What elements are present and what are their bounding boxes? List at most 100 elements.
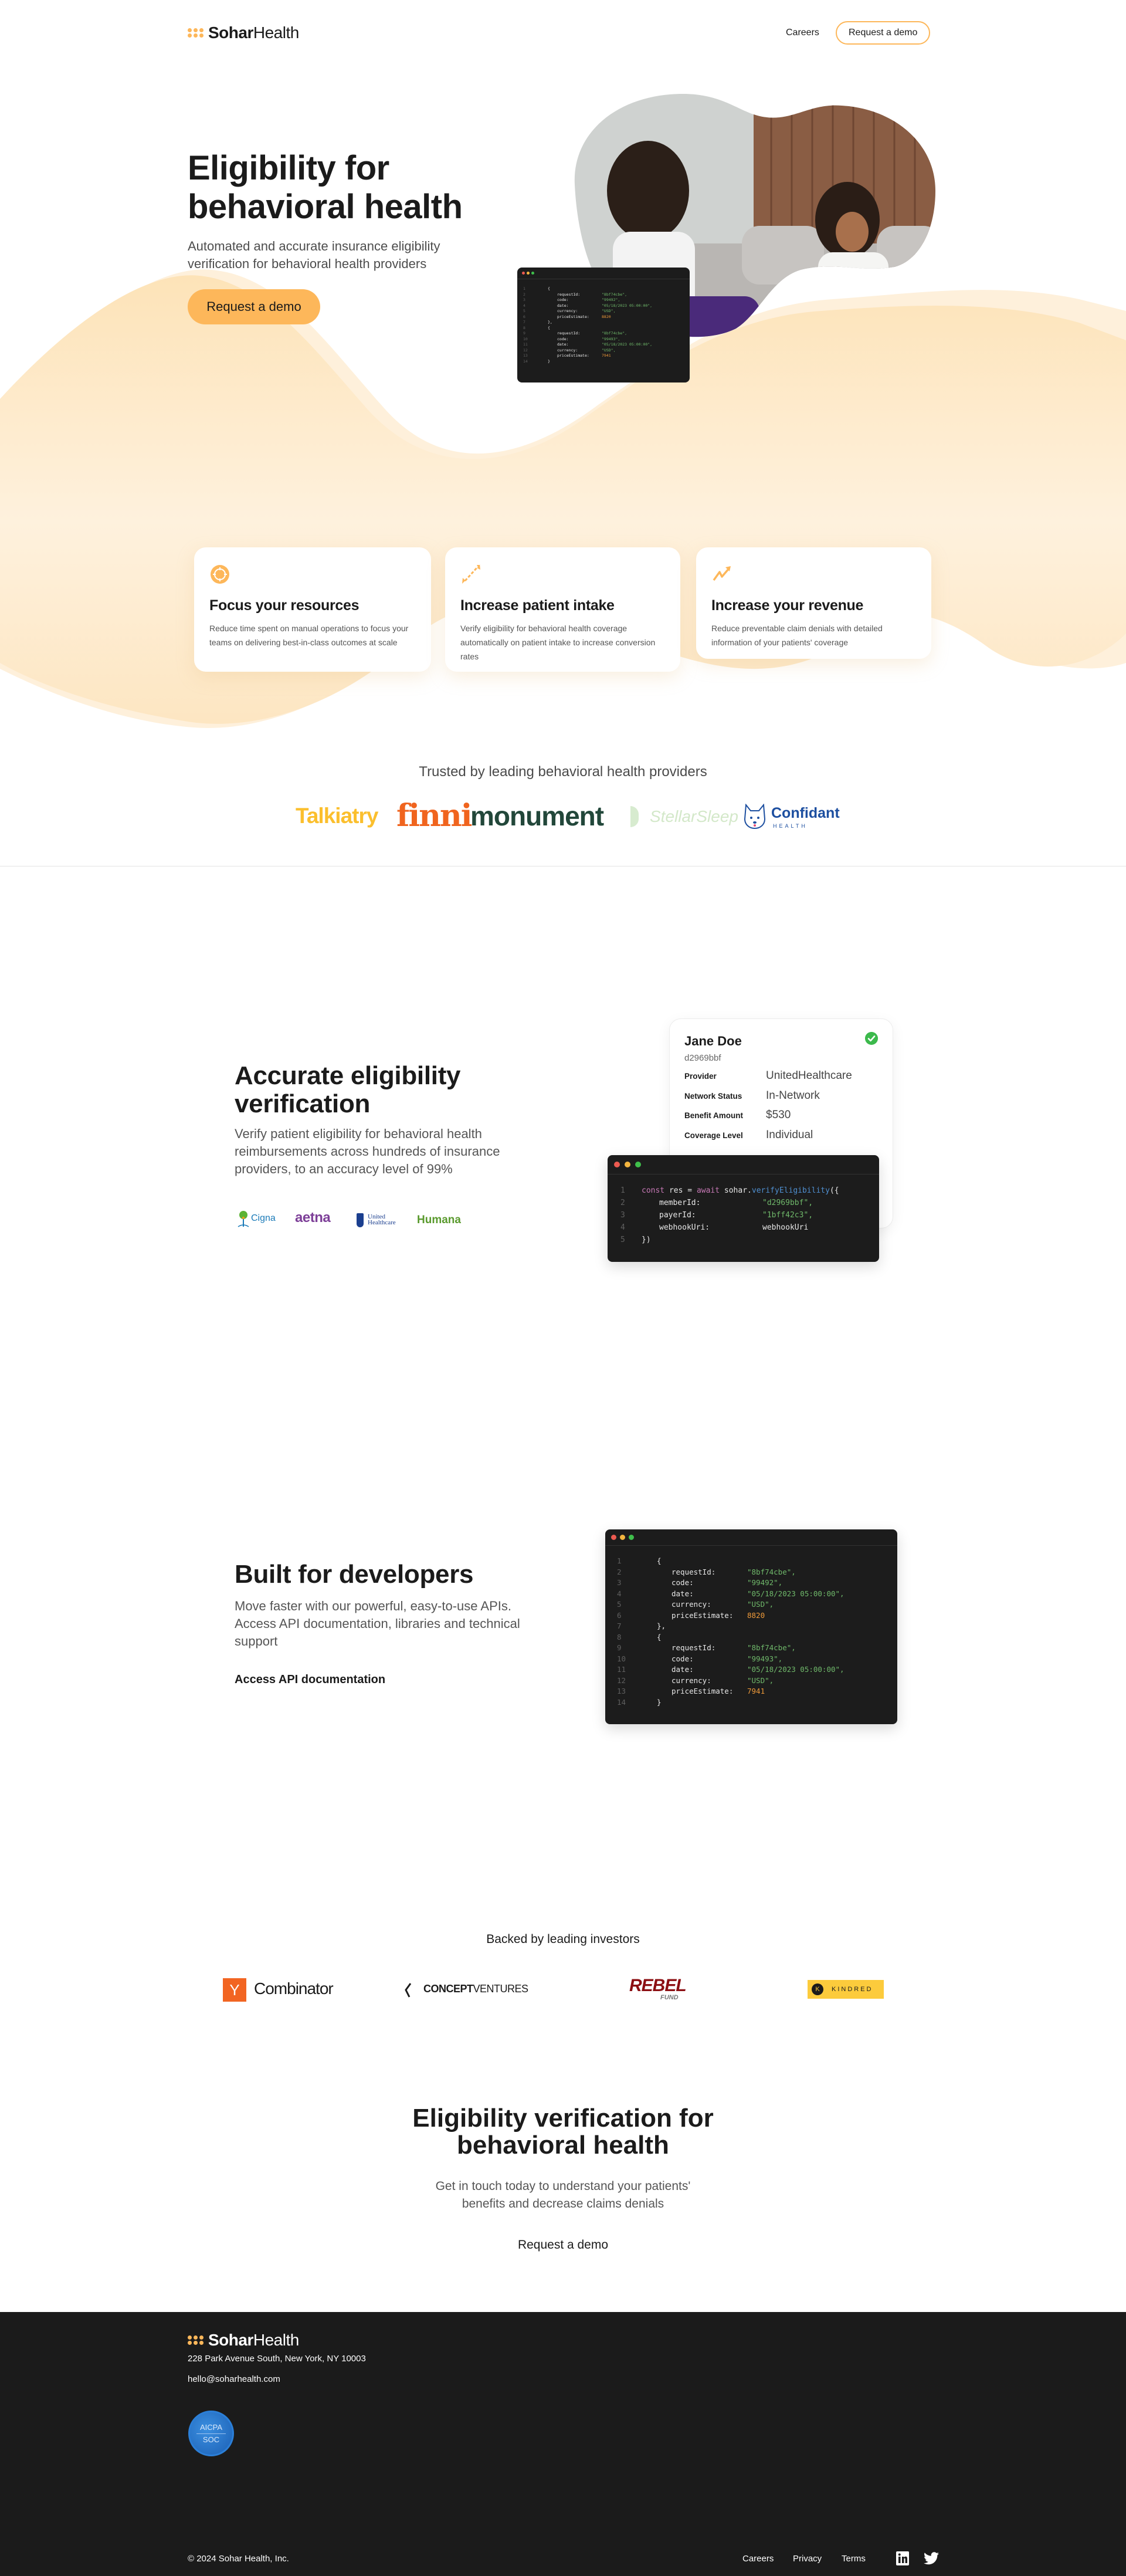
code-key: date:: [671, 1589, 694, 1598]
code-brace: {: [548, 286, 550, 291]
line-number: 13: [617, 1687, 626, 1695]
code-text: res =: [664, 1186, 697, 1195]
accurate-eligibility-heading: Accurate eligibility verification: [235, 1062, 516, 1118]
code-body: 1 const res = await sohar. verifyEligibil…: [608, 1174, 879, 1246]
line-number: 1: [620, 1186, 625, 1195]
payer-logo-united-healthcare: United Healthcare: [368, 1214, 396, 1226]
nav-request-demo-button[interactable]: Request a demo: [836, 21, 931, 45]
hero-response-code-window: 1{2 requestId: "8bf74cbe", 3 code: "99492", 4 d…: [517, 268, 690, 382]
window-controls: [608, 1155, 879, 1174]
code-line: 13 priceEstimate: 7941: [523, 353, 690, 359]
code-key: priceEstimate:: [557, 353, 589, 358]
code-key: priceEstimate:: [557, 314, 589, 319]
code-key: date:: [557, 303, 569, 308]
twitter-icon[interactable]: [924, 2552, 939, 2565]
hero-request-demo-button[interactable]: Request a demo: [188, 289, 320, 324]
code-keyword: const: [642, 1186, 665, 1195]
stellarsleep-moon-icon: [630, 806, 639, 827]
line-number: 10: [523, 336, 528, 341]
code-key: code:: [557, 297, 569, 302]
code-key: code:: [671, 1654, 694, 1663]
code-line: 11 date: "05/18/2023 05:00:00",: [617, 1664, 897, 1675]
code-value: 8820: [747, 1610, 765, 1620]
code-value: "d2969bbf",: [762, 1199, 813, 1207]
payer-logo-cigna: Cigna: [251, 1213, 276, 1223]
hero-subtitle: Automated and accurate insurance eligibi…: [188, 239, 440, 271]
code-line: 1{: [617, 1556, 897, 1567]
code-line: 14}: [523, 359, 690, 365]
api-documentation-link[interactable]: Access API documentation: [235, 1673, 385, 1687]
footer-careers-link[interactable]: Careers: [742, 2554, 774, 2564]
code-line: 6 priceEstimate: 8820: [617, 1610, 897, 1622]
brand-logo[interactable]: SoharHealth: [188, 23, 299, 42]
maximize-dot-icon: [629, 1535, 634, 1540]
footer-terms-link[interactable]: Terms: [842, 2554, 866, 2564]
linkedin-icon[interactable]: [896, 2551, 909, 2565]
field-value: UnitedHealthcare: [766, 1069, 852, 1082]
patient-name: Jane Doe: [684, 1034, 742, 1048]
footer: SoharHealth 228 Park Avenue South, New Y…: [0, 2312, 1126, 2576]
code-line: 12 currency: "USD",: [523, 348, 690, 354]
code-line: 6 priceEstimate: 8820: [523, 314, 690, 320]
code-key: requestId:: [557, 292, 581, 297]
code-value: "05/18/2023 05:00:00",: [602, 342, 653, 347]
investor-logo-ycombinator: Combinator: [254, 1979, 334, 1998]
field-label: Benefit Amount: [684, 1111, 743, 1120]
code-line: 10 code: "99493",: [617, 1654, 897, 1665]
code-line: 12 currency: "USD",: [617, 1675, 897, 1687]
kindred-wordmark: KINDRED: [832, 1986, 873, 1993]
final-request-demo-button[interactable]: Request a demo: [518, 2238, 608, 2252]
line-number: 7: [617, 1622, 622, 1630]
line-number: 8: [617, 1632, 622, 1641]
kindred-k-icon: K: [812, 1983, 823, 1995]
hero-title-line1: Eligibility for: [188, 149, 389, 187]
code-value: "USD",: [747, 1675, 774, 1685]
concept-ventures-icon: [405, 1983, 412, 1998]
code-value: 7941: [602, 353, 611, 358]
line-number: 9: [523, 331, 525, 336]
code-value: "05/18/2023 05:00:00",: [602, 303, 653, 308]
window-controls: [605, 1529, 897, 1546]
line-number: 11: [617, 1665, 626, 1674]
code-key: memberId:: [659, 1199, 701, 1207]
code-key: code:: [557, 336, 569, 341]
close-dot-icon: [614, 1162, 620, 1167]
ycombinator-y-icon: Y: [223, 1978, 246, 2002]
code-key: payerId:: [659, 1211, 696, 1220]
footer-brand-logo[interactable]: SoharHealth: [188, 2331, 299, 2350]
footer-email-link[interactable]: hello@soharhealth.com: [188, 2374, 280, 2384]
footer-brand-wordmark: SoharHealth: [208, 2331, 299, 2349]
payer-logo-aetna: aetna: [295, 1210, 331, 1226]
footer-privacy-link[interactable]: Privacy: [793, 2554, 822, 2564]
code-args: 2 memberId: "d2969bbf", 3 payerId: "1bff42c3"…: [620, 1197, 879, 1234]
code-line: 4 date: "05/18/2023 05:00:00",: [617, 1589, 897, 1600]
brand-wordmark: SoharHealth: [208, 23, 299, 42]
nav-careers-link[interactable]: Careers: [786, 28, 819, 38]
code-line: 3 code: "99492",: [523, 297, 690, 303]
feature-card: Increase your revenue Reduce preventable…: [696, 547, 931, 659]
final-request-demo-link: Request a demo: [0, 2238, 1126, 2252]
patient-field-row: Provider UnitedHealthcare: [684, 1069, 852, 1082]
code-line: 8{: [617, 1632, 897, 1643]
concept-bold: CONCEPT: [423, 1983, 473, 1995]
code-value: "05/18/2023 05:00:00",: [747, 1665, 844, 1674]
feature-description: Reduce time spent on manual operations t…: [209, 624, 409, 647]
field-label: Coverage Level: [684, 1130, 743, 1140]
line-number: 4: [620, 1223, 625, 1232]
